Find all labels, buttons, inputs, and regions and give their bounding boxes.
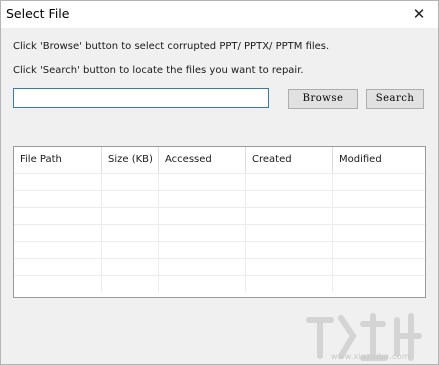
table-cell <box>246 276 333 292</box>
column-header-modified[interactable]: Modified <box>333 147 425 173</box>
file-path-input[interactable] <box>13 88 269 108</box>
search-instruction: Click 'Search' button to locate the file… <box>13 65 304 76</box>
browse-button[interactable]: Browse <box>288 89 358 109</box>
column-header-size[interactable]: Size (KB) <box>102 147 159 173</box>
table-cell <box>102 259 159 275</box>
table-cell <box>246 225 333 241</box>
table-cell <box>333 259 425 275</box>
table-cell <box>102 225 159 241</box>
table-cell <box>333 208 425 224</box>
table-cell <box>333 276 425 292</box>
table-cell <box>333 174 425 190</box>
table-cell <box>159 174 246 190</box>
table-cell <box>102 242 159 258</box>
column-header-accessed[interactable]: Accessed <box>159 147 246 173</box>
table-cell <box>246 208 333 224</box>
table-cell <box>14 242 102 258</box>
table-cell <box>159 191 246 207</box>
table-cell <box>14 259 102 275</box>
table-cell <box>14 225 102 241</box>
table-cell <box>159 242 246 258</box>
table-cell <box>102 276 159 292</box>
close-icon[interactable]: ✕ <box>409 5 429 23</box>
table-cell <box>102 174 159 190</box>
table-cell <box>159 276 246 292</box>
table-cell <box>14 174 102 190</box>
table-cell <box>246 191 333 207</box>
select-file-dialog: Select File ✕ Click 'Browse' button to s… <box>0 0 439 365</box>
table-cell <box>14 191 102 207</box>
table-row <box>14 275 425 292</box>
table-row <box>14 190 425 207</box>
table-cell <box>246 242 333 258</box>
file-list-table[interactable]: File Path Size (KB) Accessed Created Mod… <box>13 146 426 298</box>
watermark-site-text: www.xiazaiba.com <box>331 352 411 361</box>
table-cell <box>246 259 333 275</box>
table-cell <box>246 174 333 190</box>
table-row <box>14 241 425 258</box>
table-cell <box>333 242 425 258</box>
table-row <box>14 207 425 224</box>
table-cell <box>159 259 246 275</box>
column-header-created[interactable]: Created <box>246 147 333 173</box>
table-row <box>14 224 425 241</box>
table-cell <box>102 191 159 207</box>
table-cell <box>14 208 102 224</box>
table-cell <box>159 225 246 241</box>
table-row <box>14 173 425 190</box>
search-button[interactable]: Search <box>366 89 424 109</box>
table-header: File Path Size (KB) Accessed Created Mod… <box>14 147 425 173</box>
table-cell <box>102 208 159 224</box>
column-header-file-path[interactable]: File Path <box>14 147 102 173</box>
title-bar[interactable]: Select File ✕ <box>1 1 438 28</box>
table-row <box>14 258 425 275</box>
table-cell <box>333 191 425 207</box>
table-cell <box>159 208 246 224</box>
window-title: Select File <box>6 6 70 21</box>
table-cell <box>333 225 425 241</box>
table-cell <box>14 276 102 292</box>
browse-instruction: Click 'Browse' button to select corrupte… <box>13 41 330 52</box>
